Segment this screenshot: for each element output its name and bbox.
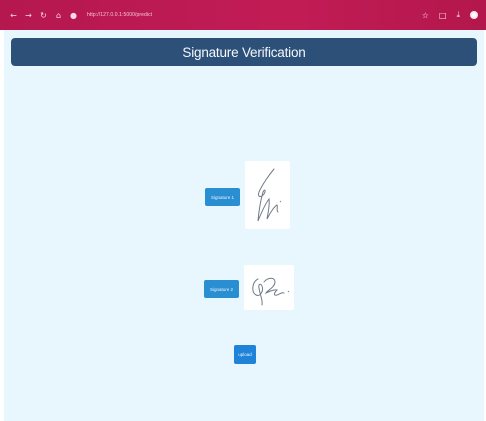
upload-button[interactable]: upload — [234, 345, 256, 364]
forward-arrow-icon[interactable]: → — [23, 10, 34, 21]
star-icon[interactable]: ☆ — [422, 11, 429, 20]
browser-toolbar: ← → ↻ ⌂ ● http://127.0.0.1:5000/predict … — [0, 0, 486, 30]
toolbar-actions: ☆ □ ⤓ — [422, 10, 478, 20]
extensions-icon[interactable]: □ — [439, 11, 447, 20]
reload-icon[interactable]: ↻ — [38, 10, 49, 21]
lock-icon: ● — [70, 10, 77, 20]
home-icon[interactable]: ⌂ — [53, 10, 64, 21]
signature-1-stroke — [257, 168, 282, 222]
signature-2-button[interactable]: Signature 2 — [204, 280, 239, 298]
signature-1-image — [245, 161, 290, 229]
address-bar[interactable]: http://127.0.0.1:5000/predict — [87, 12, 152, 18]
signature-2-image — [244, 265, 294, 310]
page-body: Signature Verification Signature 1 Signa… — [4, 30, 484, 421]
download-icon[interactable]: ⤓ — [456, 10, 460, 20]
page-title: Signature Verification — [182, 44, 306, 60]
page-header: Signature Verification — [11, 38, 477, 66]
back-arrow-icon[interactable]: ← — [8, 10, 19, 21]
signature-1-button[interactable]: Signature 1 — [205, 188, 240, 206]
profile-icon[interactable] — [470, 11, 478, 19]
signature-2-stroke — [252, 277, 290, 306]
